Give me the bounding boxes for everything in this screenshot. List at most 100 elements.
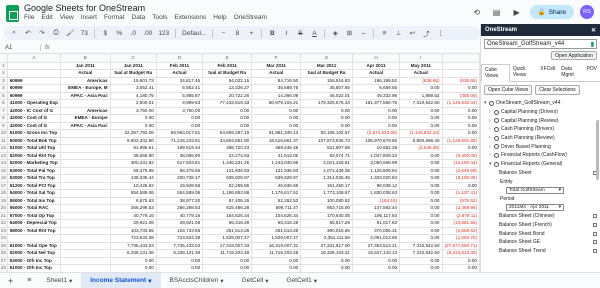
strikethrough-icon[interactable]: S (296, 30, 304, 37)
value-cell[interactable]: 104,526.34 (251, 212, 302, 220)
value-cell[interactable]: 3,750.00 (156, 107, 204, 115)
row-code-cell[interactable]: 42000 - Cost of G (7, 114, 62, 123)
value-cell[interactable]: 91,995.51 (110, 144, 157, 153)
row-code-cell[interactable]: 51000 - Total Util Top (7, 144, 62, 153)
value-cell[interactable]: 65,318.28 (202, 219, 253, 228)
row-name-cell[interactable]: EMEA - Europe (60, 114, 111, 123)
value-cell[interactable]: 57,405.26 (202, 197, 253, 205)
tree-node[interactable]: › Driver Based Planning (484, 142, 597, 151)
value-cell[interactable]: (5,190.06) (442, 174, 480, 183)
column-header[interactable]: H (352, 54, 401, 63)
value-cell[interactable]: 0.00 (251, 122, 302, 130)
value-cell[interactable]: 0.00 (399, 234, 443, 243)
value-cell[interactable]: (1,149,833.34) (442, 99, 480, 108)
row-code-cell[interactable]: 56000 - Total RAC (7, 204, 62, 213)
tree-node[interactable]: Balance Sheet GE (484, 238, 597, 247)
value-cell[interactable]: 179,325,675.33 (300, 99, 353, 108)
value-cell[interactable]: (8,313,813.30) (442, 249, 480, 258)
value-cell[interactable]: 0.00 (399, 84, 443, 93)
menu-file[interactable]: File (24, 14, 34, 21)
row-code-cell[interactable]: 61000 - Oth Inc Top (7, 264, 62, 272)
row-code-cell[interactable]: 51000 - Gross Inc Top (7, 129, 62, 138)
period-dropdown[interactable]: 2011M4 - Apr 2011 ▾ (506, 204, 564, 212)
value-cell[interactable]: 3,050,669.99 (352, 159, 401, 168)
value-cell[interactable]: 0.00 (202, 257, 253, 265)
value-cell[interactable]: 52,262.53 (251, 197, 302, 205)
sheet-tab-income-statement[interactable]: Income Statement ▾ (81, 272, 161, 288)
avatar[interactable]: RS (580, 5, 594, 19)
value-cell[interactable]: 34,817.46 (156, 77, 204, 85)
search-menus-icon[interactable]: ⌕ (10, 29, 18, 37)
sheet-tab-getcell1[interactable]: GetCell1 ▾ (278, 273, 327, 288)
value-cell[interactable]: 65,318.28 (251, 219, 302, 228)
value-cell[interactable]: 1,314,025.45 (300, 174, 353, 183)
tree-node[interactable]: › Capital Planning (Review) (484, 116, 597, 125)
menu-onestream[interactable]: OneStream (234, 14, 267, 21)
value-cell[interactable]: 0.00 (399, 264, 443, 272)
value-cell[interactable]: 251,513.28 (202, 227, 253, 235)
value-cell[interactable]: 45,332.98 (352, 92, 401, 100)
value-cell[interactable]: 81,017.63 (352, 219, 401, 228)
table-cell[interactable]: Actual (251, 69, 302, 78)
value-cell[interactable]: 521,607.98 (300, 144, 353, 153)
menu-format[interactable]: Format (104, 14, 125, 21)
table-cell[interactable]: Feb 2011 (156, 62, 204, 70)
value-cell[interactable]: 6,659.55 (352, 84, 401, 93)
value-cell[interactable]: 121,936.83 (202, 167, 253, 175)
table-cell[interactable]: tual at Budget Ra (202, 69, 253, 78)
row-name-cell[interactable] (60, 137, 111, 145)
value-cell[interactable]: (2,045.36) (399, 144, 443, 153)
value-cell[interactable]: 251,513.28 (251, 227, 302, 235)
value-cell[interactable]: 0.00 (399, 167, 443, 175)
value-cell[interactable]: 370,055.31 (352, 227, 401, 235)
tree-node[interactable]: Balance Sheet Bond (484, 229, 597, 238)
value-cell[interactable]: 0.00 (251, 257, 302, 265)
table-cell[interactable]: tual at Budget Ra (110, 69, 157, 78)
table-cell[interactable]: Actual (352, 69, 401, 78)
value-cell[interactable]: 0.00 (399, 159, 443, 168)
value-cell[interactable]: 2,351,111.56 (300, 234, 353, 243)
value-cell[interactable]: 0.00 (156, 114, 204, 123)
value-cell[interactable]: 1,071,438.35 (300, 167, 353, 175)
value-cell[interactable]: 18,339,163.31 (300, 249, 353, 258)
italic-icon[interactable]: I (282, 30, 290, 37)
value-cell[interactable]: 40,779.16 (156, 212, 204, 220)
merge-cells-icon[interactable]: ⇔ (359, 30, 367, 37)
value-cell[interactable]: 10,652.29 (352, 144, 401, 153)
value-cell[interactable]: 0.00 (156, 122, 204, 130)
row-code-cell[interactable]: 52000 - Marketing Top (7, 159, 62, 168)
column-header[interactable]: G (300, 54, 353, 63)
value-cell[interactable]: 105,970,679.65 (352, 137, 401, 145)
value-cell[interactable]: 1,773,108.67 (300, 189, 353, 198)
table-cell[interactable]: Mar 2011 (300, 62, 353, 70)
value-cell[interactable]: 38,065.90 (156, 152, 204, 160)
value-cell[interactable]: 103,733.55 (110, 227, 157, 235)
value-cell[interactable]: 82,074.71 (300, 152, 353, 160)
value-cell[interactable]: 0.00 (442, 122, 480, 130)
value-cell[interactable]: 615,486.28 (202, 204, 253, 213)
value-cell[interactable]: 0.00 (352, 107, 401, 115)
table-cell[interactable]: Mar 2011 (251, 62, 302, 70)
tree-node[interactable]: › Capital Planning (Drivers) (484, 108, 597, 117)
row-code-cell[interactable]: 53000 - Oth Inc Top (7, 257, 62, 265)
document-title[interactable]: Google Sheets for OneStream (24, 3, 145, 13)
value-cell[interactable]: 1,446,231.26 (202, 159, 253, 168)
history-icon[interactable]: ⟲ (470, 5, 484, 19)
value-cell[interactable]: 16,319,007.31 (251, 242, 302, 250)
value-cell[interactable]: 100,080.82 (300, 197, 353, 205)
value-cell[interactable]: 1,529,007.47 (202, 234, 253, 243)
value-cell[interactable]: 0.00 (202, 122, 253, 130)
value-cell[interactable]: 94,022.15 (202, 77, 253, 85)
value-cell[interactable]: 0.00 (202, 114, 253, 123)
value-cell[interactable]: 0.00 (399, 212, 443, 220)
value-cell[interactable]: 5,985.87 (156, 92, 204, 100)
value-cell[interactable]: 0.00 (442, 182, 480, 190)
name-box[interactable]: A1 (0, 45, 40, 51)
paint-format-icon[interactable]: 🖌 (66, 29, 74, 37)
value-cell[interactable]: 93,108,102.57 (300, 129, 353, 138)
value-cell[interactable]: 34,804,651.80 (202, 137, 253, 145)
value-cell[interactable]: 40,779.16 (110, 212, 157, 220)
row-name-cell[interactable]: Americas (60, 107, 111, 115)
value-cell[interactable]: 6,675.63 (110, 197, 157, 205)
value-cell[interactable]: 0.00 (442, 84, 480, 93)
